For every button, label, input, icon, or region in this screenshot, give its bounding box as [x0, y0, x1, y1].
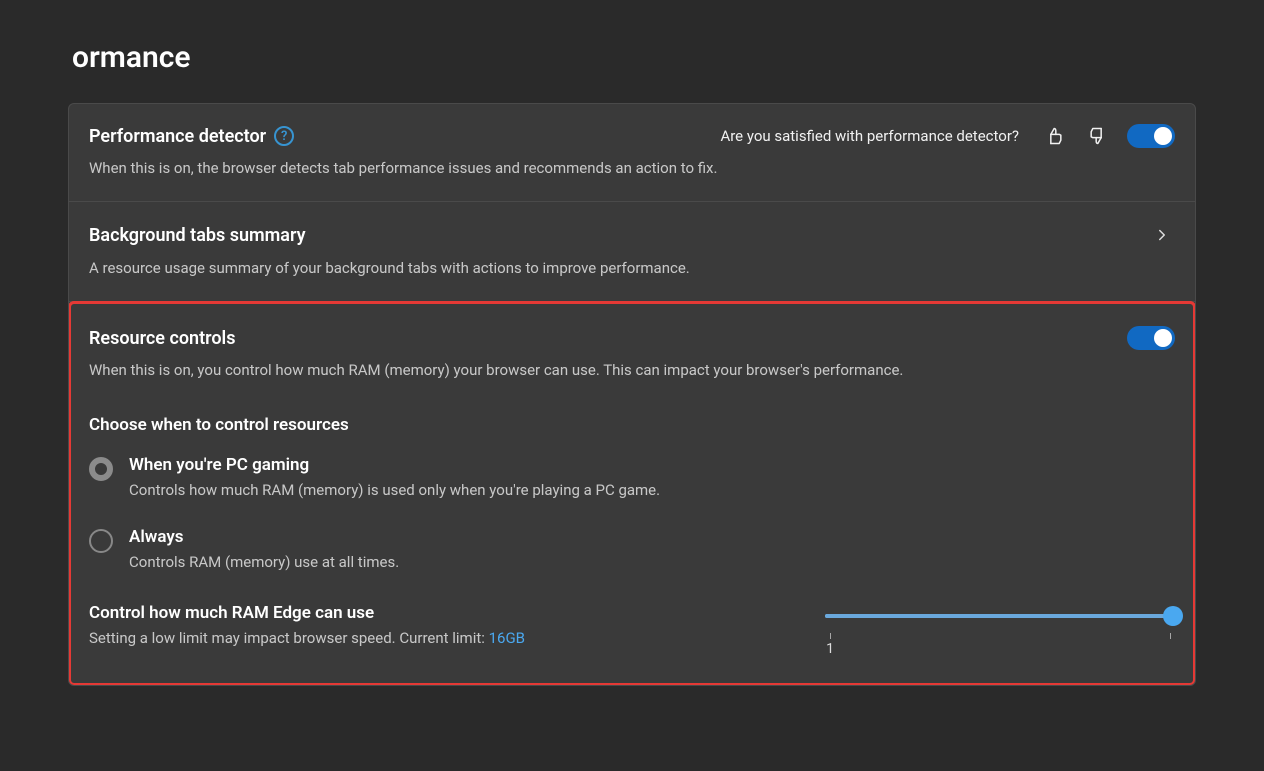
resource-controls-desc: When this is on, you control how much RA…: [89, 360, 1175, 381]
radio-pc-gaming[interactable]: [89, 457, 113, 481]
ram-limit-title: Control how much RAM Edge can use: [89, 603, 785, 623]
resource-controls-title: Resource controls: [89, 328, 235, 349]
radio-always[interactable]: [89, 529, 113, 553]
background-tabs-title: Background tabs summary: [89, 225, 306, 246]
resource-controls-section: Resource controls When this is on, you c…: [69, 302, 1195, 685]
thumbs-down-icon[interactable]: [1085, 124, 1109, 148]
radio-option-always[interactable]: Always Controls RAM (memory) use at all …: [89, 527, 1175, 571]
radio-pc-gaming-desc: Controls how much RAM (memory) is used o…: [129, 481, 660, 499]
slider-min-label: 1: [826, 641, 834, 657]
background-tabs-section[interactable]: Background tabs summary A resource usage…: [69, 202, 1195, 302]
performance-detector-title: Performance detector ?: [89, 126, 294, 147]
ram-limit-row: Control how much RAM Edge can use Settin…: [89, 603, 1175, 657]
performance-detector-desc: When this is on, the browser detects tab…: [89, 158, 1175, 179]
ram-limit-desc: Setting a low limit may impact browser s…: [89, 629, 785, 647]
help-icon[interactable]: ?: [274, 126, 294, 146]
feedback-prompt: Are you satisfied with performance detec…: [720, 127, 1019, 145]
performance-panel: Performance detector ? Are you satisfied…: [68, 103, 1196, 686]
performance-detector-section: Performance detector ? Are you satisfied…: [69, 104, 1195, 202]
performance-detector-toggle[interactable]: [1127, 124, 1175, 148]
radio-always-label: Always: [129, 527, 399, 547]
radio-option-pc-gaming[interactable]: When you're PC gaming Controls how much …: [89, 455, 1175, 499]
radio-pc-gaming-label: When you're PC gaming: [129, 455, 660, 475]
chevron-right-icon[interactable]: [1149, 222, 1175, 248]
thumbs-up-icon[interactable]: [1043, 124, 1067, 148]
page-title: ormance: [68, 40, 1196, 75]
ram-limit-value: 16GB: [489, 629, 525, 647]
performance-detector-title-text: Performance detector: [89, 126, 266, 147]
choose-when-heading: Choose when to control resources: [89, 415, 1175, 435]
slider-knob[interactable]: [1163, 606, 1183, 626]
radio-always-desc: Controls RAM (memory) use at all times.: [129, 553, 399, 571]
ram-limit-slider[interactable]: 1: [825, 603, 1175, 657]
background-tabs-desc: A resource usage summary of your backgro…: [89, 258, 1175, 279]
resource-controls-toggle[interactable]: [1127, 326, 1175, 350]
